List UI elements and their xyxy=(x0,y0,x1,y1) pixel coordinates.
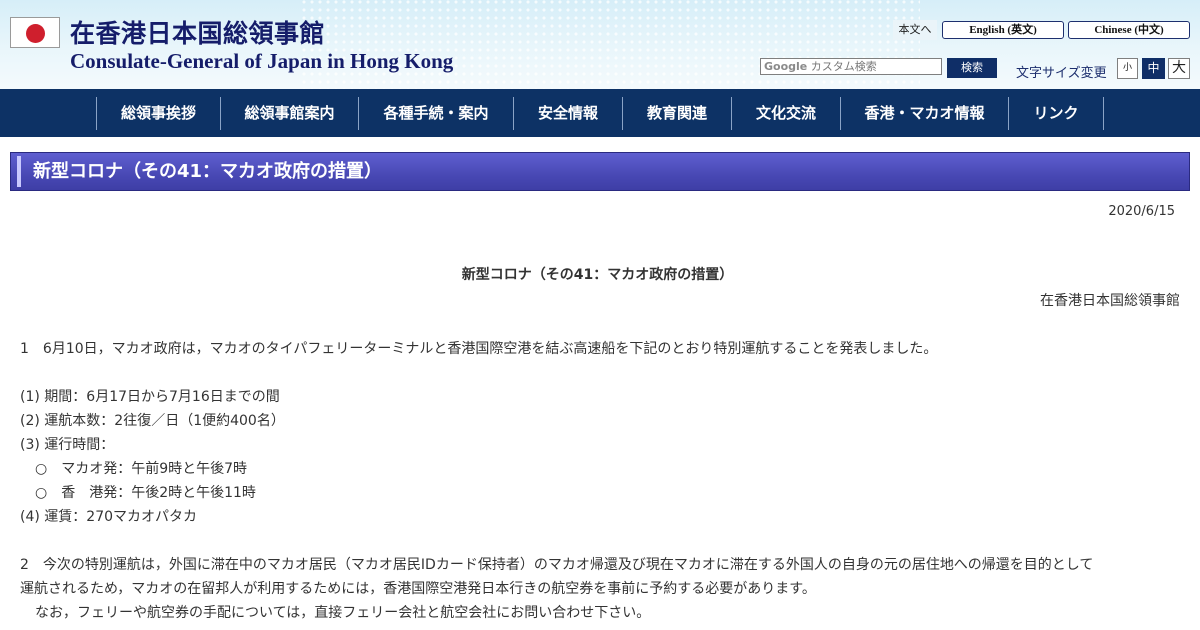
nav-item-consulate-info[interactable]: 総領事館案内 xyxy=(220,97,358,130)
list-item-macau-departure: ○ マカオ発：午前9時と午後7時 xyxy=(35,461,248,477)
site-title-japanese[interactable]: 在香港日本国総領事館 xyxy=(70,14,325,50)
list-item-hk-departure: ○ 香 港発：午後2時と午後11時 xyxy=(35,485,256,501)
nav-divider xyxy=(1103,97,1104,130)
font-size-small-button[interactable]: 小 xyxy=(1117,58,1138,79)
flag-sun-disc xyxy=(26,24,45,43)
site-header: 在香港日本国総領事館 Consulate-General of Japan in… xyxy=(0,0,1200,89)
japan-flag-icon xyxy=(10,17,60,48)
list-item-frequency: (2) 運航本数：2往復／日（1便約400名） xyxy=(20,413,285,429)
page-title-bar: 新型コロナ（その41：マカオ政府の措置） xyxy=(10,152,1190,191)
world-map-background xyxy=(300,0,920,89)
article-author: 在香港日本国総領事館 xyxy=(1040,293,1180,309)
font-size-label: 文字サイズ変更 xyxy=(1016,66,1107,81)
skip-to-content-link[interactable]: 本文へ xyxy=(893,20,937,40)
nav-item-culture[interactable]: 文化交流 xyxy=(731,97,840,130)
list-item-schedule: (3) 運行時間： xyxy=(20,437,115,453)
chinese-language-button[interactable]: Chinese (中文) xyxy=(1068,21,1190,39)
paragraph-2-line-1: 2 今次の特別運航は，外国に滞在中のマカオ居民（マカオ居民IDカード保持者）のマ… xyxy=(20,557,1094,573)
search-input[interactable]: Google カスタム検索 xyxy=(760,58,942,75)
search-button[interactable]: 検索 xyxy=(947,58,997,78)
site-title-english[interactable]: Consulate-General of Japan in Hong Kong xyxy=(70,49,453,74)
nav-item-hk-macau[interactable]: 香港・マカオ情報 xyxy=(840,97,1008,130)
nav-item-education[interactable]: 教育関連 xyxy=(622,97,731,130)
google-logo: Google xyxy=(764,60,808,73)
list-item-fare: (4) 運賃：270マカオパタカ xyxy=(20,509,198,525)
nav-item-links[interactable]: リンク xyxy=(1008,97,1103,130)
paragraph-2-line-3: なお，フェリーや航空券の手配については，直接フェリー会社と航空会社にお問い合わせ… xyxy=(35,605,651,621)
font-size-medium-button[interactable]: 中 xyxy=(1142,58,1165,79)
page-title: 新型コロナ（その41：マカオ政府の措置） xyxy=(33,161,383,182)
global-nav: 総領事挨拶 総領事館案内 各種手続・案内 安全情報 教育関連 文化交流 香港・マ… xyxy=(0,89,1200,137)
nav-item-greeting[interactable]: 総領事挨拶 xyxy=(96,97,220,130)
paragraph-1: 1 6月10日，マカオ政府は，マカオのタイパフェリーターミナルと香港国際空港を結… xyxy=(20,341,938,357)
article-title: 新型コロナ（その41：マカオ政府の措置） xyxy=(461,267,734,283)
title-bar-accent xyxy=(17,156,21,187)
font-size-large-button[interactable]: 大 xyxy=(1168,58,1190,79)
english-language-button[interactable]: English (英文) xyxy=(942,21,1064,39)
search-placeholder: カスタム検索 xyxy=(810,60,877,73)
nav-item-procedures[interactable]: 各種手続・案内 xyxy=(358,97,513,130)
list-item-period: (1) 期間：6月17日から7月16日までの間 xyxy=(20,389,280,405)
paragraph-2-line-2: 運航されるため，マカオの在留邦人が利用するためには，香港国際空港発日本行きの航空… xyxy=(20,581,816,597)
publish-date: 2020/6/15 xyxy=(1108,204,1175,219)
nav-item-safety[interactable]: 安全情報 xyxy=(513,97,622,130)
